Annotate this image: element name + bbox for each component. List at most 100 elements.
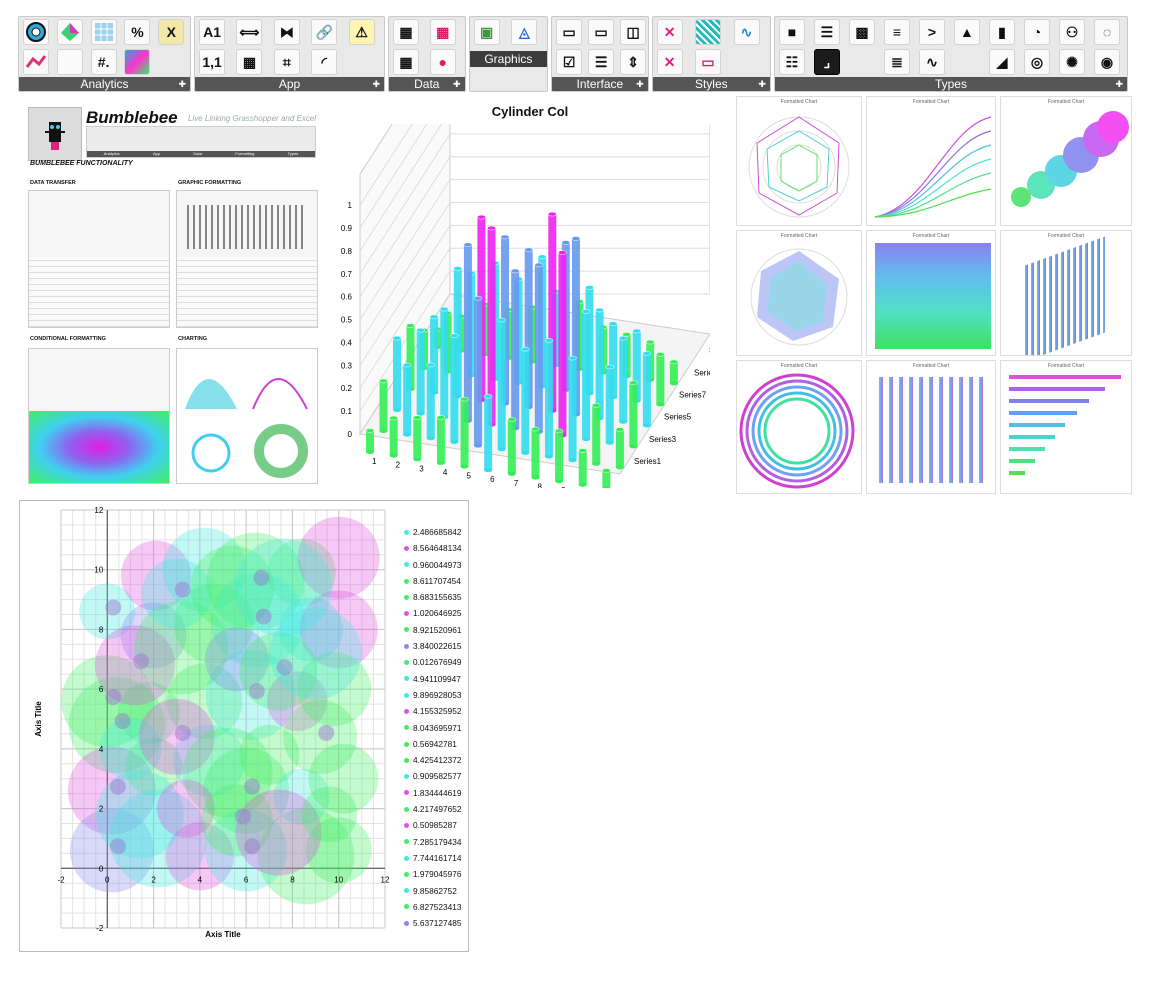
line-graph-icon[interactable] xyxy=(23,49,49,75)
y-tick-label: 0.2 xyxy=(341,384,353,393)
cylinder-bar xyxy=(365,428,375,454)
data-in-icon[interactable]: ▦ xyxy=(393,19,419,45)
legend-item: 8.043695971 xyxy=(404,720,461,736)
blank-slot-icon xyxy=(56,49,83,75)
percent-label: % xyxy=(131,24,144,40)
color-grid-icon[interactable] xyxy=(124,49,151,75)
x-tick-label: 10 xyxy=(334,875,343,884)
spinner-icon[interactable]: ⇕ xyxy=(620,49,647,75)
legend-swatch xyxy=(404,822,409,828)
cylinder-bar xyxy=(618,335,628,424)
hatch-icon[interactable] xyxy=(695,19,722,45)
radial-icon[interactable]: ✺ xyxy=(1058,49,1085,75)
legend-swatch xyxy=(404,611,409,617)
chevron-icon[interactable]: > xyxy=(918,19,945,45)
warning-icon[interactable]: ⚠ xyxy=(348,19,375,45)
fit-icon[interactable]: ⧓ xyxy=(273,19,300,45)
center-align-icon[interactable]: ≣ xyxy=(883,49,910,75)
record-icon[interactable]: ● xyxy=(429,49,456,75)
legend-item: 1.979045976 xyxy=(404,866,461,882)
rss-icon[interactable]: ◜ xyxy=(311,49,338,75)
area-chart-icon[interactable]: ◢ xyxy=(988,49,1015,75)
target-icon[interactable]: ◉ xyxy=(1093,49,1120,75)
hash-format-icon[interactable]: #. xyxy=(90,49,117,75)
tab-graphics[interactable]: Graphics xyxy=(469,51,548,67)
pattern-icon[interactable]: ▩ xyxy=(848,19,875,45)
cell-11-icon[interactable]: 1,1 xyxy=(199,49,226,75)
legend-label: 3.840022615 xyxy=(413,641,462,652)
picture-icon[interactable]: ▣ xyxy=(473,19,500,45)
legend-item: 5.637127485 xyxy=(404,915,461,931)
connector-icon[interactable]: ⌟ xyxy=(813,49,840,75)
legend-item: 9.85862752 xyxy=(404,883,461,899)
lines-icon[interactable]: ☰ xyxy=(813,19,840,45)
y-tick-label: 12 xyxy=(94,506,103,515)
style-x-icon[interactable]: ✕ xyxy=(656,19,683,45)
bar-chart-icon[interactable]: ▮ xyxy=(988,19,1015,45)
data-icons: ▦ ▦ ▦ ● xyxy=(393,19,461,75)
mini-chart-title: Formatted Chart xyxy=(1047,233,1085,239)
x-tick-label: 6 xyxy=(244,875,249,884)
border-icon[interactable]: ▭ xyxy=(695,49,722,75)
cylinder-bar xyxy=(510,268,520,431)
series-label: Series11 xyxy=(709,346,710,355)
cycle-icon[interactable]: ◌ xyxy=(1093,19,1120,45)
y-axis-title: Axis Title xyxy=(34,701,43,737)
data-out-icon[interactable]: ▦ xyxy=(429,19,456,45)
cylinder-bar xyxy=(450,333,459,444)
legend-label: 1.834444619 xyxy=(413,787,462,798)
cylinder-bar xyxy=(656,352,665,407)
y-tick-label: 0.9 xyxy=(341,224,353,233)
legend-label: 7.744161714 xyxy=(413,852,462,863)
pyramid-icon[interactable] xyxy=(56,19,83,45)
x-tick-label: 9 xyxy=(561,486,566,488)
legend-swatch xyxy=(404,871,409,877)
legend-swatch xyxy=(404,774,409,780)
line-curves-thumb: Formatted Chart xyxy=(866,96,996,226)
legend-item: 8.683155635 xyxy=(404,589,461,605)
group-label-data: Data ✚ xyxy=(389,77,465,91)
alert-icon[interactable]: ▲ xyxy=(953,19,980,45)
blank-slot-icon xyxy=(954,49,980,75)
ring-chart-icon[interactable] xyxy=(23,19,49,45)
percent-icon[interactable]: % xyxy=(124,19,151,45)
x-tick-label: 2 xyxy=(396,461,401,470)
dashed-icon[interactable]: ☷ xyxy=(778,49,805,75)
fill-icon[interactable]: ■ xyxy=(778,19,805,45)
scroll-icon[interactable]: ◫ xyxy=(620,19,647,45)
data-stream-icon[interactable]: ▦ xyxy=(393,49,419,75)
y-tick-label: 8 xyxy=(99,625,104,634)
donut-icon[interactable]: ◎ xyxy=(1023,49,1050,75)
ribbon-group-analytics: #. % X Analytics ✚ xyxy=(18,16,192,92)
resize-width-icon[interactable]: ⟺ xyxy=(236,19,263,45)
align-left-icon[interactable]: ≡ xyxy=(883,19,910,45)
bubble-point xyxy=(105,689,122,706)
shape-icon[interactable]: ◬ xyxy=(511,19,538,45)
x-tick-label: 8 xyxy=(537,482,542,488)
list-icon[interactable]: ☰ xyxy=(588,49,615,75)
cylinder-chart-title: Cylinder Col xyxy=(491,104,569,119)
clear-x-icon[interactable]: X xyxy=(158,19,185,45)
grid-blank-icon[interactable]: ▦ xyxy=(236,49,263,75)
dropdown-icon[interactable]: ▭ xyxy=(588,19,615,45)
cell-a1-icon[interactable]: A1 xyxy=(199,19,226,45)
legend-item: 8.921520961 xyxy=(404,622,461,638)
grid-table-icon[interactable] xyxy=(90,19,117,45)
cylinder-bar xyxy=(416,327,425,416)
wave-icon[interactable]: ∿ xyxy=(733,19,760,45)
hierarchy-icon[interactable]: ⚇ xyxy=(1058,19,1085,45)
horizontal-bars-thumb: Formatted Chart xyxy=(1000,360,1132,494)
bubble-point xyxy=(255,608,272,625)
cylinder-bar xyxy=(460,396,469,469)
textbox-icon[interactable]: ▭ xyxy=(556,19,583,45)
trend-icon[interactable]: ∿ xyxy=(918,49,945,75)
style-x2-icon[interactable]: ✕ xyxy=(656,49,683,75)
crop-icon[interactable]: ⌗ xyxy=(273,49,300,75)
legend-swatch xyxy=(404,594,409,600)
legend-swatch xyxy=(404,757,409,763)
legend-swatch xyxy=(404,545,409,551)
link-icon[interactable]: 🔗 xyxy=(311,19,338,45)
cylinder-bar xyxy=(436,415,446,465)
checkbox-icon[interactable]: ☑ xyxy=(556,49,583,75)
pie-icon[interactable]: ◔ xyxy=(1023,19,1050,45)
